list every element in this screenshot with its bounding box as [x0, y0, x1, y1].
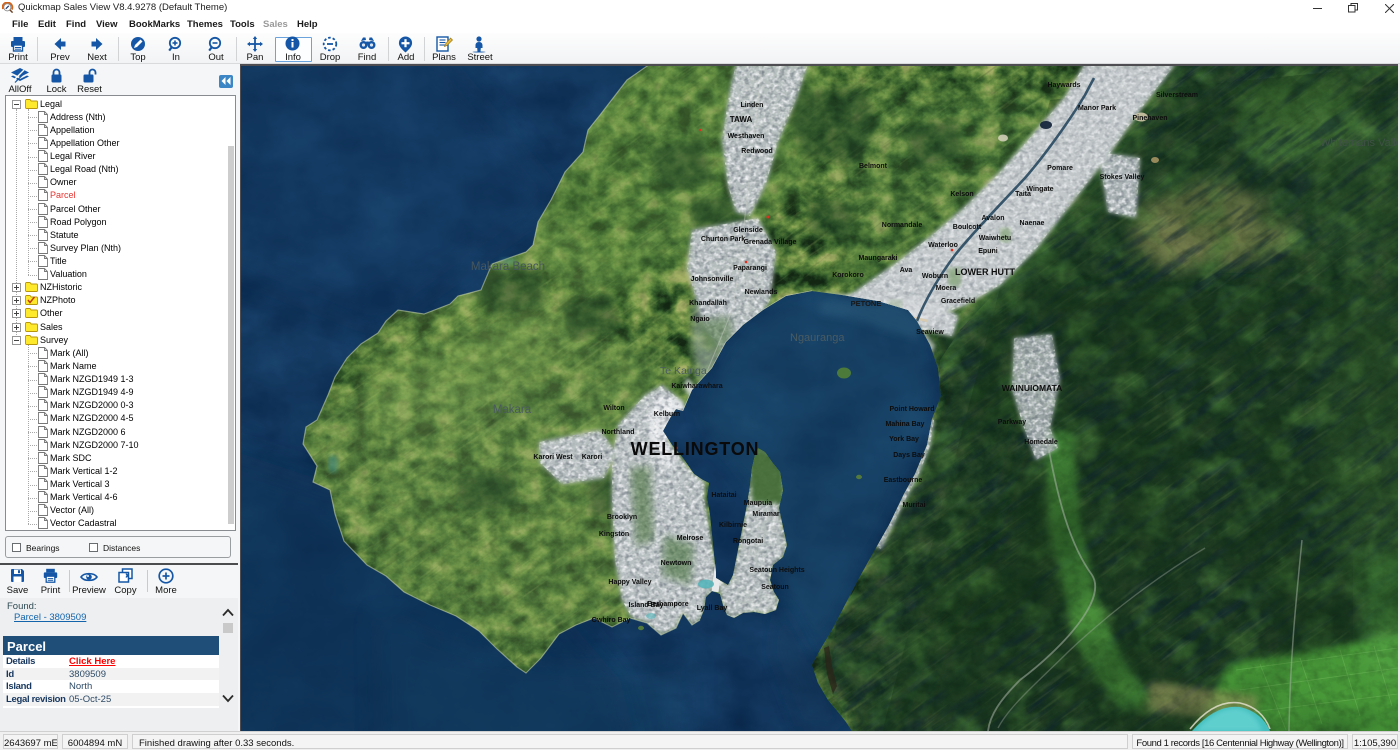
svg-text:Kelson: Kelson [950, 191, 973, 198]
svg-text:Makara Beach: Makara Beach [471, 261, 545, 273]
svg-text:PETONE: PETONE [851, 299, 882, 308]
svg-text:Paparangi: Paparangi [733, 265, 767, 272]
svg-text:Redwood: Redwood [741, 148, 773, 155]
svg-text:Stokes Valley: Stokes Valley [1100, 174, 1145, 181]
svg-text:Te Kainga: Te Kainga [660, 365, 707, 377]
svg-text:Rongotai: Rongotai [733, 538, 763, 545]
svg-text:Manor Park: Manor Park [1078, 105, 1116, 112]
svg-text:Pinehaven: Pinehaven [1132, 115, 1167, 122]
svg-text:WAINUIOMATA: WAINUIOMATA [1002, 383, 1063, 393]
svg-text:Owhiro Bay: Owhiro Bay [592, 617, 631, 624]
svg-text:Hataitai: Hataitai [711, 492, 736, 499]
svg-text:Glenside: Glenside [733, 227, 763, 234]
svg-text:Lyall Bay: Lyall Bay [697, 605, 728, 612]
svg-text:Maupuia: Maupuia [744, 500, 772, 507]
svg-text:Silverstream: Silverstream [1156, 92, 1198, 99]
svg-text:Melrose: Melrose [677, 535, 704, 542]
svg-text:Maungaraki: Maungaraki [859, 255, 898, 262]
svg-text:Churton Park: Churton Park [701, 236, 745, 243]
svg-text:Waiwhetu: Waiwhetu [979, 235, 1011, 242]
svg-text:Wilton: Wilton [603, 405, 624, 412]
svg-text:Ngaio: Ngaio [690, 316, 709, 323]
svg-text:Parkway: Parkway [998, 419, 1027, 426]
svg-text:TAWA: TAWA [730, 115, 753, 124]
svg-text:Naenae: Naenae [1020, 220, 1045, 227]
svg-text:Muritai: Muritai [903, 502, 926, 509]
svg-text:Woburn: Woburn [922, 273, 948, 280]
svg-text:Khandallah: Khandallah [689, 300, 727, 307]
svg-text:Haywards: Haywards [1047, 82, 1080, 89]
svg-text:Boulcott: Boulcott [953, 224, 982, 231]
svg-text:Epuni: Epuni [978, 248, 997, 255]
svg-text:Miramar: Miramar [752, 511, 780, 518]
svg-text:Seaview: Seaview [916, 329, 944, 336]
svg-text:Days Bay: Days Bay [893, 452, 925, 459]
svg-text:Seatoun Heights: Seatoun Heights [749, 567, 804, 574]
svg-text:Gracefield: Gracefield [941, 298, 975, 305]
svg-text:Avalon: Avalon [981, 215, 1004, 222]
svg-text:Linden: Linden [741, 102, 764, 109]
svg-text:Whitemans Valley: Whitemans Valley [1320, 137, 1398, 149]
svg-text:Kaiwharawhara: Kaiwharawhara [671, 383, 722, 390]
svg-text:Kelburn: Kelburn [654, 411, 680, 418]
svg-text:Johnsonville: Johnsonville [691, 276, 734, 283]
svg-text:Newlands: Newlands [745, 289, 778, 296]
svg-text:Northland: Northland [601, 429, 634, 436]
svg-text:Seatoun: Seatoun [761, 584, 789, 591]
svg-text:Makara: Makara [493, 404, 532, 416]
svg-text:Mahina Bay: Mahina Bay [886, 421, 925, 428]
svg-text:Grenada Village: Grenada Village [744, 239, 797, 246]
svg-text:Belmont: Belmont [859, 163, 888, 170]
svg-text:Brooklyn: Brooklyn [607, 514, 637, 521]
svg-text:Normandale: Normandale [882, 222, 923, 229]
svg-text:Moera: Moera [936, 285, 957, 292]
svg-text:Berhampore: Berhampore [647, 601, 688, 608]
svg-text:Kilbirnie: Kilbirnie [719, 522, 747, 529]
svg-text:Ava: Ava [900, 267, 913, 274]
svg-text:Pomare: Pomare [1047, 165, 1073, 172]
svg-text:Kingston: Kingston [599, 531, 629, 538]
svg-text:Ngauranga: Ngauranga [790, 332, 845, 344]
svg-text:Waterloo: Waterloo [928, 242, 958, 249]
svg-text:Homedale: Homedale [1024, 439, 1058, 446]
svg-text:Eastbourne: Eastbourne [884, 477, 923, 484]
svg-text:LOWER HUTT: LOWER HUTT [955, 267, 1015, 277]
svg-text:Wingate: Wingate [1026, 186, 1053, 193]
svg-text:Westhaven: Westhaven [728, 133, 765, 140]
svg-text:Karori: Karori [582, 454, 603, 461]
svg-text:Point Howard: Point Howard [889, 406, 934, 413]
svg-text:WELLINGTON: WELLINGTON [631, 439, 760, 459]
svg-text:Korokoro: Korokoro [832, 272, 864, 279]
svg-text:Happy Valley: Happy Valley [608, 579, 651, 586]
svg-text:Newtown: Newtown [661, 560, 692, 567]
svg-text:Karori West: Karori West [533, 454, 573, 461]
svg-text:York Bay: York Bay [889, 436, 919, 443]
